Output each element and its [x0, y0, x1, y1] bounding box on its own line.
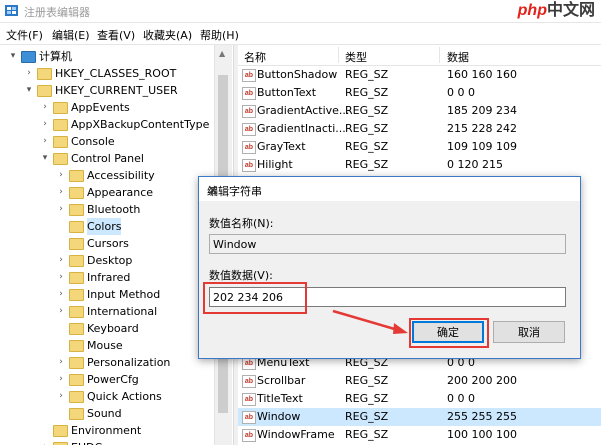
pointer-arrow	[332, 309, 408, 334]
